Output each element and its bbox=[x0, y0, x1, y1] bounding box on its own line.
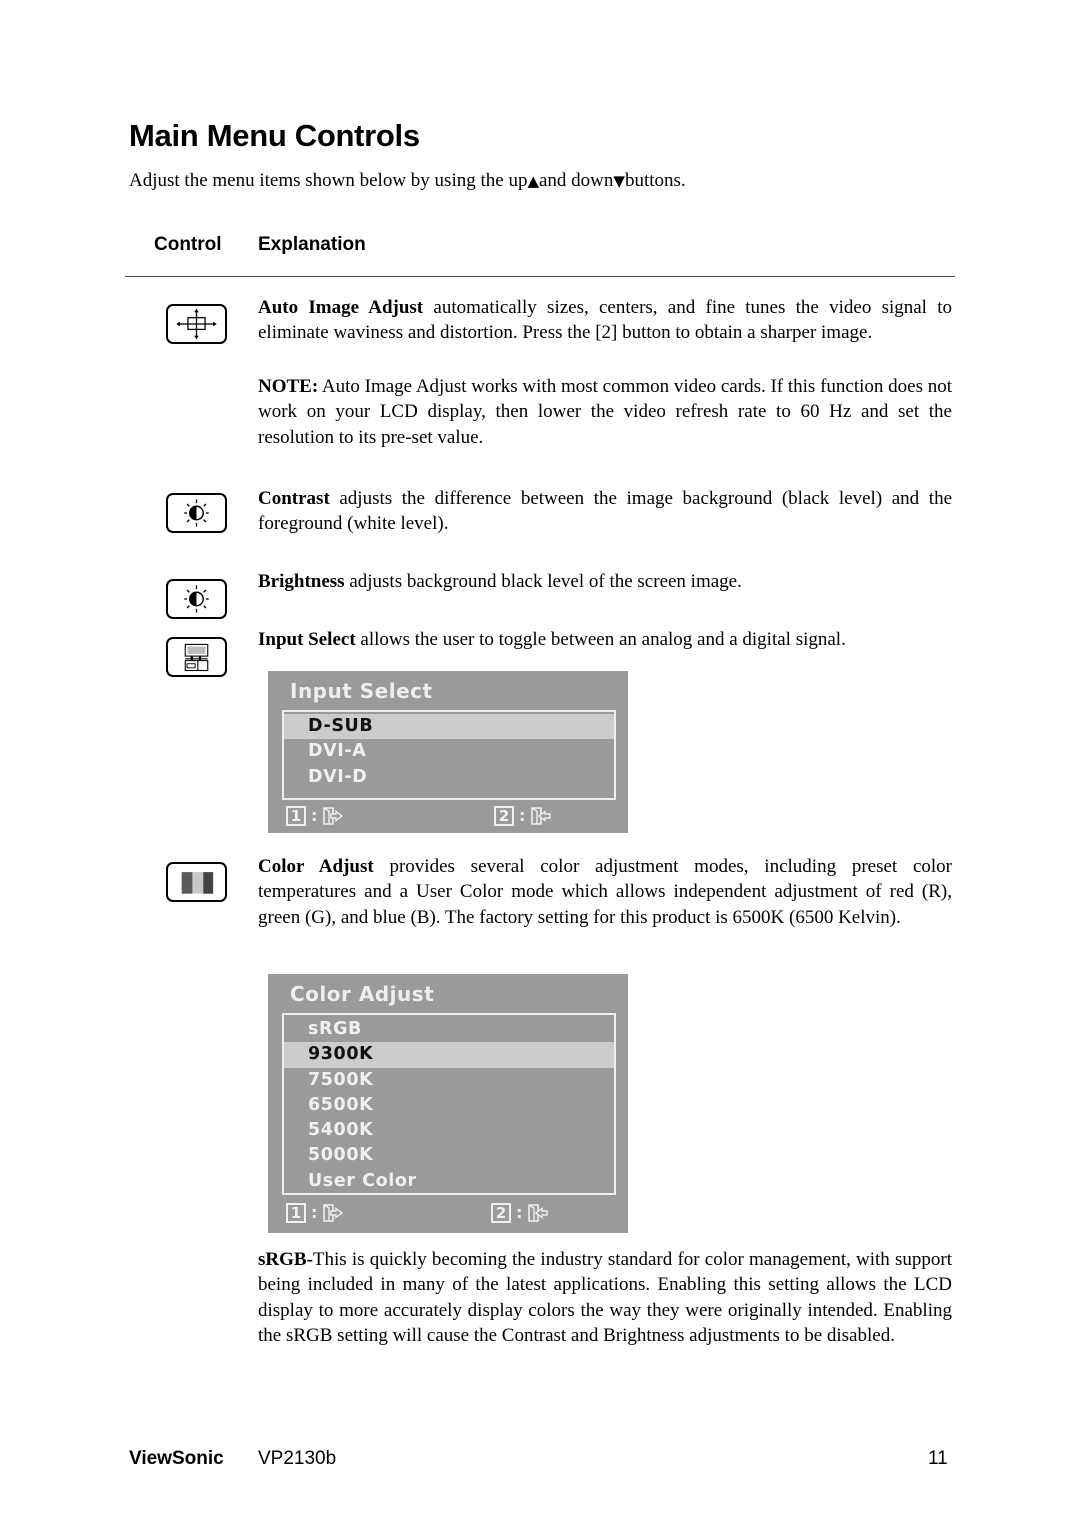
footer-brand: ViewSonic bbox=[129, 1448, 224, 1469]
osd-input-select-panel: Input Select D-SUB DVI-A DVI-D 1 : 2 : bbox=[268, 671, 628, 833]
control-name: Auto Image Adjust bbox=[258, 297, 424, 318]
osd-color-adjust-panel: Color Adjust sRGB 9300K 7500K 6500K 5400… bbox=[268, 974, 628, 1233]
key-2-button[interactable]: 2 bbox=[494, 806, 514, 826]
enter-door-icon bbox=[531, 807, 551, 825]
key-separator: : bbox=[311, 806, 318, 825]
column-header-control: Control bbox=[154, 234, 222, 255]
footer-model: VP2130b bbox=[258, 1448, 337, 1469]
intro-part-1: Adjust the menu items shown below by usi… bbox=[129, 170, 528, 191]
key-1-button[interactable]: 1 bbox=[286, 806, 306, 826]
osd-option-list: sRGB 9300K 7500K 6500K 5400K 5000K User … bbox=[282, 1013, 616, 1195]
control-name: Contrast bbox=[258, 488, 330, 509]
page-title: Main Menu Controls bbox=[129, 118, 420, 153]
key-1-button[interactable]: 1 bbox=[286, 1203, 306, 1223]
color-adjust-icon bbox=[166, 862, 227, 902]
control-name: Brightness bbox=[258, 571, 345, 592]
control-name: Input Select bbox=[258, 629, 356, 650]
input-select-description: Input Select allows the user to toggle b… bbox=[258, 629, 846, 650]
intro-part-2: and down bbox=[539, 170, 614, 191]
note-label: NOTE: bbox=[258, 376, 319, 397]
exit-door-icon bbox=[323, 807, 344, 825]
brightness-icon bbox=[166, 579, 227, 619]
intro-part-3: buttons. bbox=[624, 170, 686, 191]
osd-option-d-sub[interactable]: D-SUB bbox=[284, 714, 614, 740]
exit-door-icon bbox=[323, 1204, 344, 1222]
intro-text: Adjust the menu items shown below by usi… bbox=[129, 170, 686, 192]
color-adjust-description: Color Adjust provides several color adju… bbox=[258, 856, 952, 928]
osd-option-7500k[interactable]: 7500K bbox=[284, 1068, 614, 1093]
up-arrow-icon: ▲ bbox=[527, 172, 539, 190]
srgb-label: sRGB- bbox=[258, 1249, 313, 1270]
auto-image-adjust-icon bbox=[166, 304, 227, 344]
osd-footer: 1 : 2 : bbox=[284, 1203, 612, 1227]
osd-option-dvi-a[interactable]: DVI-A bbox=[284, 739, 614, 764]
auto-image-adjust-note: NOTE: Auto Image Adjust works with most … bbox=[258, 376, 952, 448]
page-number: 11 bbox=[928, 1448, 948, 1469]
contrast-description: Contrast adjusts the difference between … bbox=[258, 488, 952, 535]
osd-option-dvi-d[interactable]: DVI-D bbox=[284, 765, 614, 790]
key-separator: : bbox=[516, 1203, 523, 1222]
auto-image-adjust-description: Auto Image Adjust automatically sizes, c… bbox=[258, 297, 952, 344]
enter-door-icon bbox=[528, 1204, 548, 1222]
osd-title: Input Select bbox=[290, 679, 433, 703]
contrast-icon bbox=[166, 493, 227, 533]
osd-option-list: D-SUB DVI-A DVI-D bbox=[282, 710, 616, 800]
control-name: Color Adjust bbox=[258, 856, 374, 877]
srgb-description: sRGB-This is quickly becoming the indust… bbox=[258, 1249, 952, 1346]
osd-option-5000k[interactable]: 5000K bbox=[284, 1143, 614, 1168]
osd-option-9300k[interactable]: 9300K bbox=[284, 1042, 614, 1068]
osd-option-5400k[interactable]: 5400K bbox=[284, 1118, 614, 1143]
osd-option-user-color[interactable]: User Color bbox=[284, 1169, 614, 1194]
key-2-button[interactable]: 2 bbox=[491, 1203, 511, 1223]
column-header-explanation: Explanation bbox=[258, 234, 366, 255]
osd-option-srgb[interactable]: sRGB bbox=[284, 1017, 614, 1042]
header-divider bbox=[125, 276, 955, 277]
key-separator: : bbox=[311, 1203, 318, 1222]
osd-footer: 1 : 2 : bbox=[284, 806, 612, 830]
brightness-description: Brightness adjusts background black leve… bbox=[258, 571, 742, 592]
osd-option-6500k[interactable]: 6500K bbox=[284, 1093, 614, 1118]
input-select-icon bbox=[166, 637, 227, 677]
key-separator: : bbox=[519, 806, 526, 825]
osd-title: Color Adjust bbox=[290, 982, 435, 1006]
down-arrow-icon: ▼ bbox=[613, 172, 625, 190]
